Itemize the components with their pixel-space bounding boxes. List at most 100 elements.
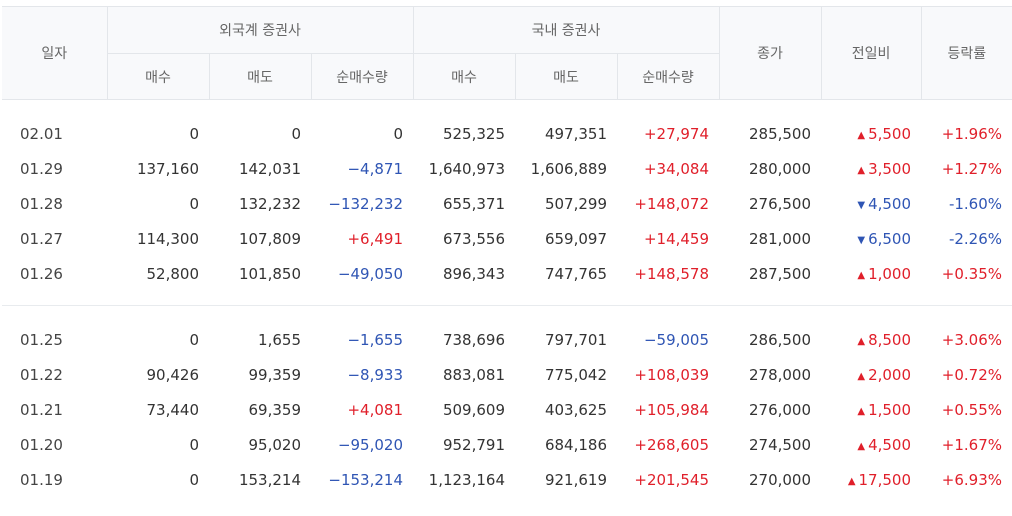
foreign-sell-cell: 95,020 bbox=[248, 435, 302, 454]
triangle-down-icon: ▼ bbox=[857, 234, 866, 246]
close-price-cell: 270,000 bbox=[748, 470, 812, 489]
close-price-cell: 274,500 bbox=[748, 435, 812, 454]
change-cell: ▲ 2,000 bbox=[821, 357, 921, 392]
foreign-sell-cell: 132,232 bbox=[238, 194, 301, 213]
date-cell: 01.19 bbox=[20, 470, 63, 489]
foreign-net-cell: −4,871 bbox=[347, 159, 403, 178]
header-domestic-sell: 매도 bbox=[514, 53, 617, 100]
table-row: 01.28 0 132,232 −132,232 655,371 507,299 +148,… bbox=[2, 186, 1012, 221]
foreign-net-cell: −1,655 bbox=[347, 330, 403, 349]
date-cell: 02.01 bbox=[20, 124, 63, 143]
domestic-sell-cell: 507,299 bbox=[544, 194, 607, 213]
domestic-buy-cell: 655,371 bbox=[442, 194, 505, 213]
triangle-up-icon: ▲ bbox=[857, 269, 866, 281]
date-cell: 01.22 bbox=[20, 365, 63, 384]
foreign-net-cell: −8,933 bbox=[347, 365, 403, 384]
triangle-up-icon: ▲ bbox=[857, 440, 866, 452]
domestic-buy-cell: 883,081 bbox=[442, 365, 505, 384]
foreign-net-cell: −153,214 bbox=[328, 470, 403, 489]
domestic-net-cell: −59,005 bbox=[643, 330, 710, 349]
domestic-buy-cell: 896,343 bbox=[442, 264, 505, 283]
close-price-cell: 280,000 bbox=[748, 159, 812, 178]
foreign-net-cell: +6,491 bbox=[347, 229, 403, 248]
triangle-up-icon: ▲ bbox=[857, 405, 866, 417]
change-cell: ▲ 5,500 bbox=[821, 116, 921, 151]
foreign-net-cell: +4,081 bbox=[347, 400, 403, 419]
change-rate-cell: +6.93% bbox=[941, 470, 1003, 489]
foreign-sell-cell: 1,655 bbox=[258, 330, 301, 349]
foreign-sell-cell: 101,850 bbox=[238, 264, 301, 283]
domestic-net-cell: +34,084 bbox=[643, 159, 710, 178]
header-date: 일자 bbox=[2, 6, 107, 100]
header-domestic-net: 순매수량 bbox=[616, 53, 720, 100]
change-cell: ▼ 4,500 bbox=[821, 186, 921, 221]
change-rate-cell: -2.26% bbox=[948, 229, 1003, 248]
change-value: 4,500 bbox=[868, 435, 912, 454]
foreign-buy-cell: 137,160 bbox=[136, 159, 199, 178]
domestic-sell-cell: 684,186 bbox=[544, 435, 607, 454]
change-rate-cell: +0.55% bbox=[941, 400, 1003, 419]
header-domestic-buy: 매수 bbox=[412, 53, 515, 100]
table-row: 01.29 137,160 142,031 −4,871 1,640,973 1,606,… bbox=[2, 151, 1012, 186]
change-value: 4,500 bbox=[868, 194, 912, 213]
domestic-net-cell: +105,984 bbox=[634, 400, 710, 419]
foreign-sell-cell: 142,031 bbox=[238, 159, 301, 178]
foreign-net-cell: 0 bbox=[393, 124, 403, 143]
change-value: 1,000 bbox=[868, 264, 912, 283]
table-row: 01.25 0 1,655 −1,655 738,696 797,701 −59,005 28… bbox=[2, 322, 1012, 357]
table-row: 01.19 0 153,214 −153,214 1,123,164 921,619 +20… bbox=[2, 462, 1012, 497]
table-row: 01.26 52,800 101,850 −49,050 896,343 747,765 +… bbox=[2, 256, 1012, 291]
change-value: 1,500 bbox=[868, 400, 912, 419]
date-cell: 01.29 bbox=[20, 159, 63, 178]
domestic-buy-cell: 509,609 bbox=[442, 400, 505, 419]
foreign-buy-cell: 0 bbox=[189, 124, 199, 143]
spacer-cell bbox=[2, 306, 1012, 323]
foreign-buy-cell: 52,800 bbox=[146, 264, 200, 283]
domestic-buy-cell: 952,791 bbox=[442, 435, 505, 454]
table-row: 02.01 0 0 0 525,325 497,351 +27,974 285,500 ▲ 5,5… bbox=[2, 116, 1012, 151]
header-domestic-brokers: 국내 증권사 bbox=[412, 6, 720, 54]
triangle-up-icon: ▲ bbox=[857, 335, 866, 347]
change-cell: ▼ 6,500 bbox=[821, 221, 921, 256]
foreign-buy-cell: 0 bbox=[189, 194, 199, 213]
domestic-sell-cell: 797,701 bbox=[544, 330, 607, 349]
change-value: 3,500 bbox=[868, 159, 912, 178]
date-cell: 01.26 bbox=[20, 264, 63, 283]
change-cell: ▲ 17,500 bbox=[821, 462, 921, 497]
domestic-net-cell: +27,974 bbox=[643, 124, 710, 143]
foreign-net-cell: −95,020 bbox=[337, 435, 403, 454]
close-price-cell: 286,500 bbox=[748, 330, 812, 349]
domestic-sell-cell: 775,042 bbox=[544, 365, 607, 384]
domestic-sell-cell: 403,625 bbox=[544, 400, 607, 419]
foreign-buy-cell: 0 bbox=[189, 435, 199, 454]
table-row: 01.27 114,300 107,809 +6,491 673,556 659,097 +… bbox=[2, 221, 1012, 256]
domestic-net-cell: +108,039 bbox=[634, 365, 710, 384]
foreign-buy-cell: 0 bbox=[189, 470, 199, 489]
change-cell: ▲ 3,500 bbox=[821, 151, 921, 186]
date-cell: 01.28 bbox=[20, 194, 63, 213]
triangle-up-icon: ▲ bbox=[857, 129, 866, 141]
header-foreign-net: 순매수량 bbox=[310, 53, 413, 100]
header-change-rate: 등락률 bbox=[920, 6, 1012, 100]
domestic-buy-cell: 738,696 bbox=[442, 330, 505, 349]
domestic-sell-cell: 747,765 bbox=[544, 264, 607, 283]
change-cell: ▲ 8,500 bbox=[821, 322, 921, 357]
domestic-net-cell: +201,545 bbox=[634, 470, 710, 489]
date-cell: 01.27 bbox=[20, 229, 63, 248]
domestic-sell-cell: 659,097 bbox=[544, 229, 607, 248]
change-value: 6,500 bbox=[868, 229, 912, 248]
triangle-up-icon: ▲ bbox=[857, 164, 866, 176]
header-change: 전일비 bbox=[820, 6, 922, 100]
change-cell: ▲ 4,500 bbox=[821, 427, 921, 462]
foreign-sell-cell: 153,214 bbox=[238, 470, 301, 489]
table-body: 02.01 0 0 0 525,325 497,351 +27,974 285,500 ▲ 5,5… bbox=[2, 100, 1012, 498]
trading-table: 일자 외국계 증권사 국내 증권사 종가 전일비 등락률 매수 매도 순매수량 … bbox=[2, 6, 1012, 497]
close-price-cell: 285,500 bbox=[748, 124, 812, 143]
table-row: 01.22 90,426 99,359 −8,933 883,081 775,042 +10… bbox=[2, 357, 1012, 392]
domestic-net-cell: +148,072 bbox=[634, 194, 710, 213]
date-cell: 01.25 bbox=[20, 330, 63, 349]
domestic-buy-cell: 1,123,164 bbox=[428, 470, 505, 489]
date-cell: 01.20 bbox=[20, 435, 63, 454]
change-rate-cell: -1.60% bbox=[948, 194, 1003, 213]
spacer-row bbox=[2, 291, 1012, 306]
